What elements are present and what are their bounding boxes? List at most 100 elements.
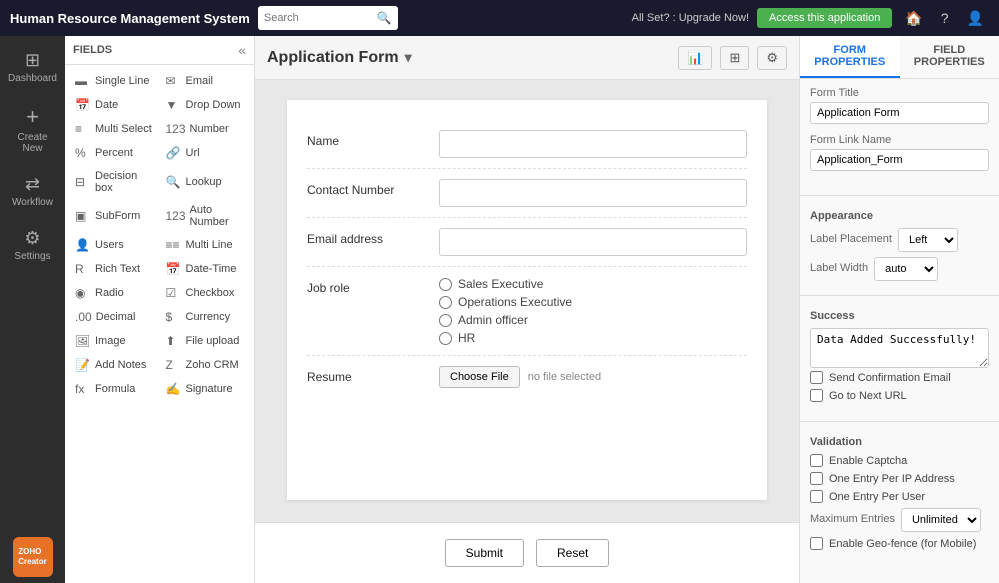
sidebar-item-label: Workflow xyxy=(12,197,53,208)
radio-option-sales-executive[interactable]: Sales Executive xyxy=(439,277,747,291)
field-label: Url xyxy=(186,147,200,159)
radio-input[interactable] xyxy=(439,332,452,345)
field-label: Zoho CRM xyxy=(186,359,239,371)
field-item-currency[interactable]: $Currency xyxy=(160,305,251,329)
go-next-url-checkbox[interactable] xyxy=(810,389,823,402)
tab-field-properties[interactable]: FIELD PROPERTIES xyxy=(900,36,999,78)
field-label: Formula xyxy=(95,383,135,395)
field-icon: ▣ xyxy=(75,209,91,223)
field-item-single-line[interactable]: ▬Single Line xyxy=(69,69,160,93)
field-item-decision-box[interactable]: ⊟Decision box xyxy=(69,165,160,199)
field-item-image[interactable]: 🖼Image xyxy=(69,329,160,353)
field-icon: ▬ xyxy=(75,74,91,88)
label-placement-row: Label Placement Left Right Top xyxy=(810,228,989,252)
field-item-users[interactable]: 👤Users xyxy=(69,233,160,257)
validation-section: Validation Enable Captcha One Entry Per … xyxy=(800,428,999,563)
search-icon: 🔍 xyxy=(377,11,392,25)
label-placement-select[interactable]: Left Right Top xyxy=(898,228,958,252)
form-title-input[interactable] xyxy=(810,102,989,124)
radio-input[interactable] xyxy=(439,296,452,309)
user-icon-button[interactable]: 👤 xyxy=(962,8,989,29)
field-item-zoho-crm[interactable]: ZZoho CRM xyxy=(160,353,251,377)
field-icon: ▼ xyxy=(166,98,182,112)
field-item-percent[interactable]: %Percent xyxy=(69,141,160,165)
field-item-radio[interactable]: ◉Radio xyxy=(69,281,160,305)
choose-file-button[interactable]: Choose File xyxy=(439,366,520,388)
form-title-label: Form Title xyxy=(810,87,989,99)
field-item-number[interactable]: 123Number xyxy=(160,117,251,141)
settings-icon-button[interactable]: ⚙ xyxy=(757,46,787,70)
help-icon-button[interactable]: ? xyxy=(936,8,954,28)
chart-icon-button[interactable]: 📊 xyxy=(678,46,712,70)
field-input-contact[interactable] xyxy=(439,179,747,207)
grid-icon-button[interactable]: ⊞ xyxy=(720,46,749,70)
field-icon: ≡≡ xyxy=(166,238,182,252)
radio-option-admin-officer[interactable]: Admin officer xyxy=(439,313,747,327)
radio-option-hr[interactable]: HR xyxy=(439,331,747,345)
radio-group-jobrole: Sales Executive Operations Executive Adm… xyxy=(439,277,747,345)
form-title-dropdown-icon[interactable]: ▾ xyxy=(405,49,412,66)
field-input-email[interactable] xyxy=(439,228,747,256)
max-entries-select[interactable]: Unlimited 1 10 100 xyxy=(901,508,981,532)
sidebar-item-create-new[interactable]: + Create New xyxy=(5,96,61,162)
one-entry-ip-checkbox[interactable] xyxy=(810,472,823,485)
home-icon-button[interactable]: 🏠 xyxy=(900,8,927,29)
field-item-file-upload[interactable]: ⬆File upload xyxy=(160,329,251,353)
field-input-wrap-email xyxy=(439,228,747,256)
field-label: Date-Time xyxy=(186,263,237,275)
form-title: Application Form xyxy=(267,49,399,67)
field-item-drop-down[interactable]: ▼Drop Down xyxy=(160,93,251,117)
field-item-add-notes[interactable]: 📝Add Notes xyxy=(69,353,160,377)
field-input-name[interactable] xyxy=(439,130,747,158)
workflow-icon: ⇄ xyxy=(25,174,40,195)
field-item-rich-text[interactable]: RRich Text xyxy=(69,257,160,281)
max-entries-row: Maximum Entries Unlimited 1 10 100 xyxy=(810,508,989,532)
one-entry-user-checkbox[interactable] xyxy=(810,490,823,503)
field-icon: 🖼 xyxy=(75,334,91,348)
field-item-date[interactable]: 📅Date xyxy=(69,93,160,117)
left-sidebar: ⊞ Dashboard + Create New ⇄ Workflow ⚙ Se… xyxy=(0,36,65,583)
field-item-formula[interactable]: fx Formula xyxy=(69,377,160,401)
field-item-multi-line[interactable]: ≡≡Multi Line xyxy=(160,233,251,257)
form-footer: Submit Reset xyxy=(255,522,799,583)
field-item-lookup[interactable]: 🔍Lookup xyxy=(160,165,251,199)
field-item-signature[interactable]: ✍Signature xyxy=(160,377,251,401)
go-next-url-label: Go to Next URL xyxy=(829,390,907,402)
form-link-input[interactable] xyxy=(810,149,989,171)
field-item-auto-number[interactable]: 123Auto Number xyxy=(160,199,251,233)
sidebar-item-workflow[interactable]: ⇄ Workflow xyxy=(5,166,61,216)
field-item-date-time[interactable]: 📅Date-Time xyxy=(160,257,251,281)
access-application-button[interactable]: Access this application xyxy=(757,8,892,28)
geo-fence-checkbox[interactable] xyxy=(810,537,823,550)
reset-button[interactable]: Reset xyxy=(536,539,609,567)
zoho-logo: ZOHOCreator xyxy=(13,537,53,577)
success-message-input[interactable]: Data Added Successfully! xyxy=(810,328,989,368)
radio-option-operations-executive[interactable]: Operations Executive xyxy=(439,295,747,309)
send-confirmation-checkbox[interactable] xyxy=(810,371,823,384)
field-item-subform[interactable]: ▣ SubForm xyxy=(69,199,160,233)
label-width-select[interactable]: auto 100px 150px xyxy=(874,257,938,281)
radio-label: Sales Executive xyxy=(458,277,543,291)
top-nav: Human Resource Management System 🔍 All S… xyxy=(0,0,999,36)
field-item-decimal[interactable]: .00Decimal xyxy=(69,305,160,329)
enable-captcha-checkbox[interactable] xyxy=(810,454,823,467)
search-input[interactable] xyxy=(264,12,373,24)
field-item-url[interactable]: 🔗Url xyxy=(160,141,251,165)
submit-button[interactable]: Submit xyxy=(445,539,524,567)
field-icon: fx xyxy=(75,382,91,396)
field-item-checkbox[interactable]: ☑Checkbox xyxy=(160,281,251,305)
field-item-multi-select[interactable]: ≡Multi Select xyxy=(69,117,160,141)
right-panel: FORM PROPERTIES FIELD PROPERTIES Form Ti… xyxy=(799,36,999,583)
sidebar-item-dashboard[interactable]: ⊞ Dashboard xyxy=(5,42,61,92)
collapse-fields-button[interactable]: « xyxy=(238,42,246,58)
sidebar-item-settings[interactable]: ⚙ Settings xyxy=(5,220,61,270)
field-label: Lookup xyxy=(186,176,222,188)
radio-input[interactable] xyxy=(439,314,452,327)
enable-captcha-row: Enable Captcha xyxy=(810,454,989,467)
form-field-row-email: Email address xyxy=(307,218,747,267)
tab-form-properties[interactable]: FORM PROPERTIES xyxy=(800,36,900,78)
field-item-email[interactable]: ✉Email xyxy=(160,69,251,93)
field-icon: ◉ xyxy=(75,286,91,300)
field-label: SubForm xyxy=(95,210,140,222)
radio-input[interactable] xyxy=(439,278,452,291)
